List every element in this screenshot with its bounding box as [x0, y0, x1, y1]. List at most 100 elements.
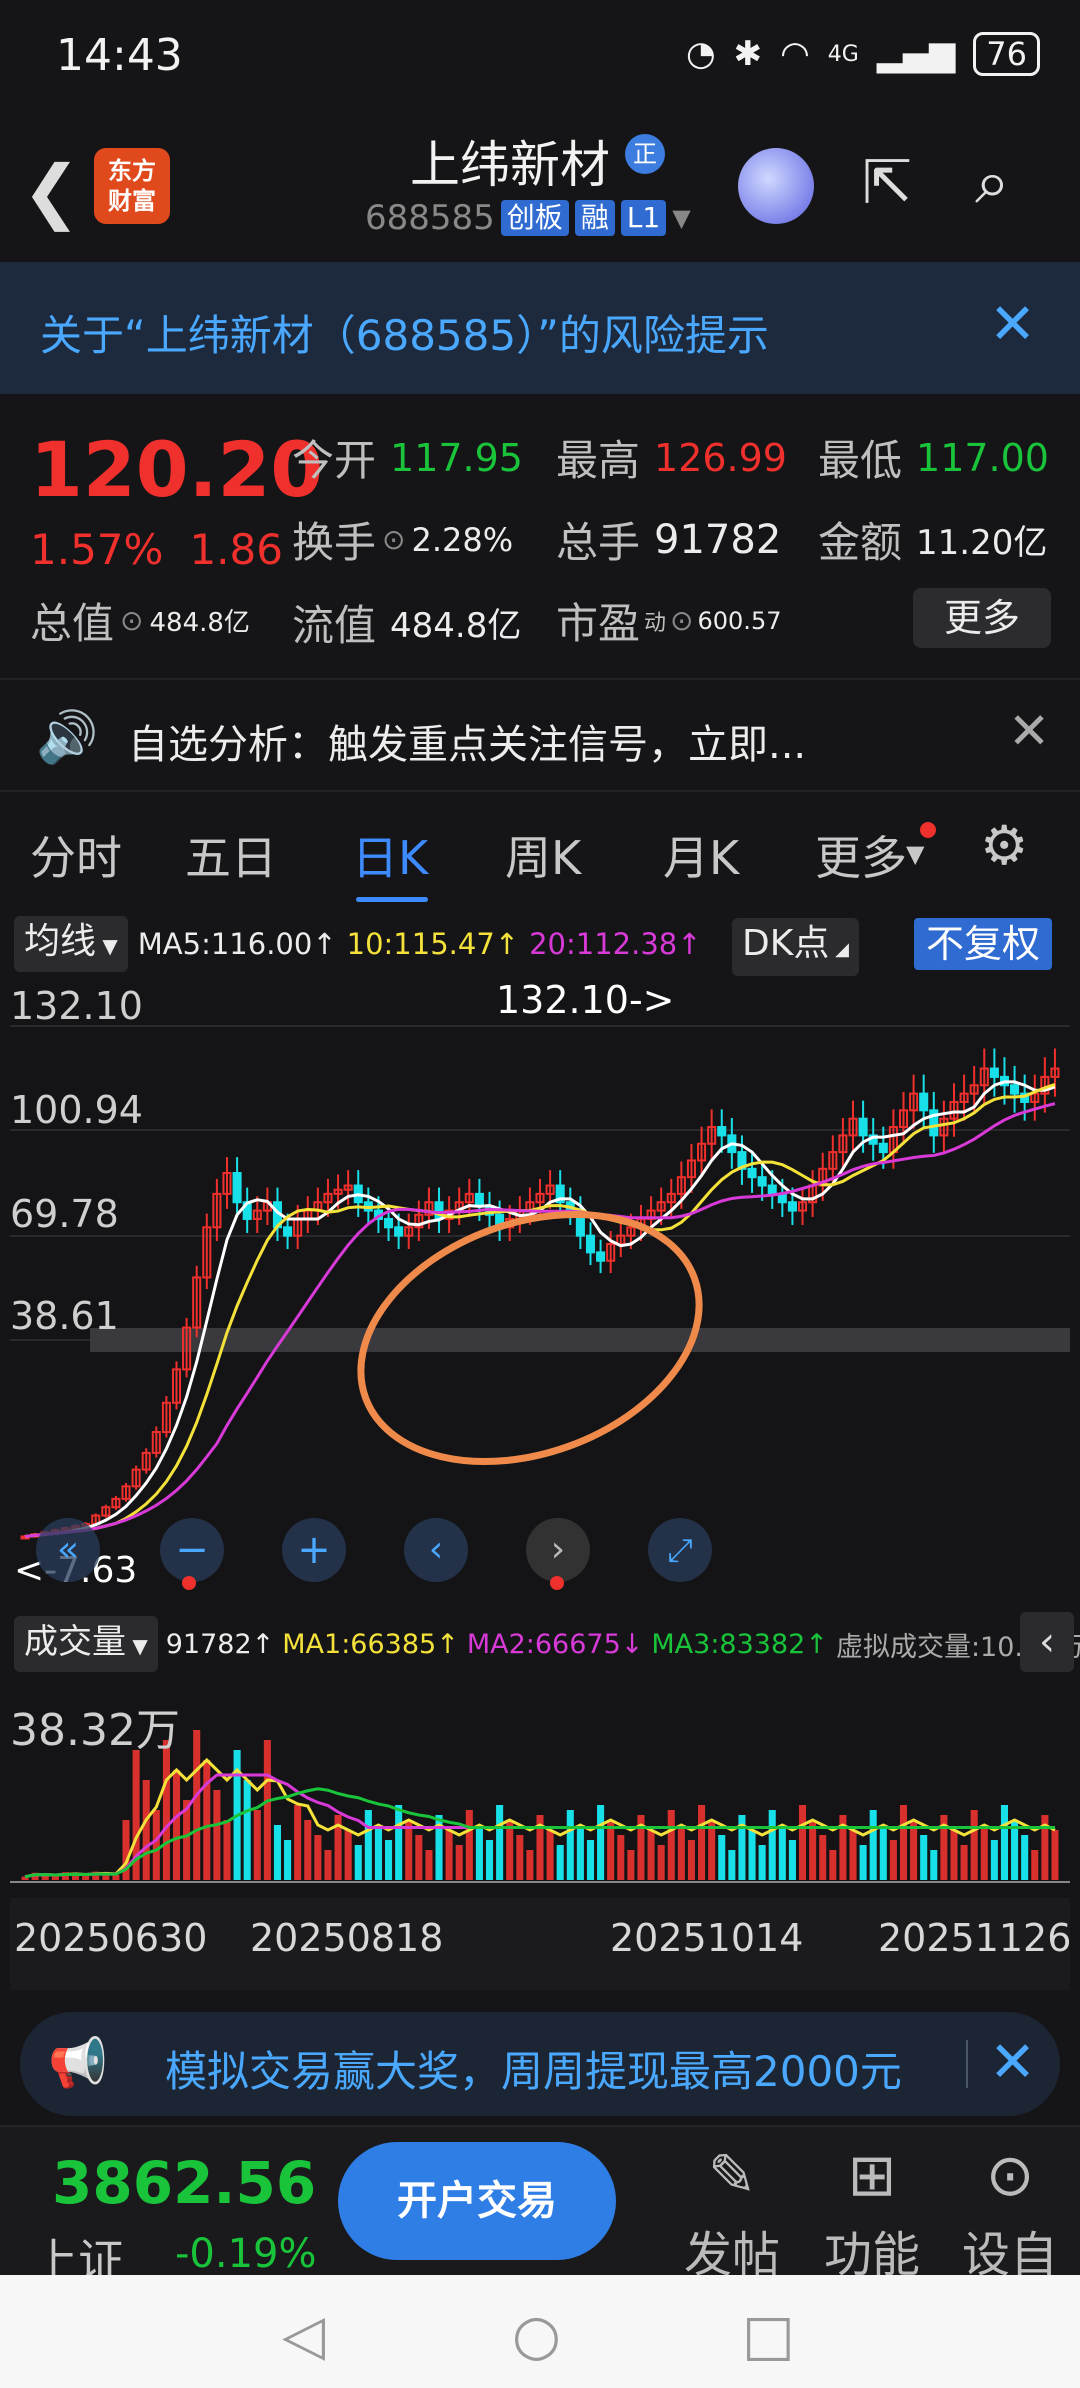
volume-bar: [1021, 1835, 1029, 1880]
tab-intraday[interactable]: 分时: [30, 822, 122, 888]
volume-bar: [314, 1835, 322, 1880]
date-axis: 20250630 20250818 20251014 20251126: [10, 1898, 1071, 1990]
volume-bar: [657, 1845, 665, 1880]
dk-point-button[interactable]: DK点 ◢: [732, 918, 859, 976]
nav-recent-icon[interactable]: □: [742, 2303, 795, 2368]
close-icon[interactable]: ✕: [989, 2030, 1036, 2095]
sim-banner-text[interactable]: 模拟交易赢大奖，周周提现最高2000元: [165, 2038, 902, 2099]
tab-more[interactable]: 更多: [815, 822, 907, 888]
chevron-left-icon[interactable]: ‹: [404, 1518, 468, 1582]
vol-ma1: MA1:66385↑: [282, 1628, 459, 1660]
volume-bar: [546, 1830, 554, 1880]
indicator-label: 成交量: [24, 1622, 126, 1662]
volume-bar: [798, 1805, 807, 1880]
volume-chart[interactable]: 38.32万: [10, 1680, 1070, 1898]
open-account-button[interactable]: 开户交易: [338, 2142, 616, 2260]
share-icon[interactable]: ⇱: [862, 148, 912, 218]
gear-icon[interactable]: ⚙: [980, 814, 1028, 877]
function-button[interactable]: ⊞ 功能: [812, 2135, 932, 2285]
candle-body: [232, 1171, 242, 1204]
tab-weekly-k[interactable]: 周K: [505, 822, 581, 888]
close-icon[interactable]: ✕: [989, 292, 1036, 357]
high-value: 126.99: [654, 435, 787, 480]
volume-bar: [677, 1825, 685, 1880]
vol-ma2: MA2:66675↓: [466, 1628, 644, 1660]
rewind-icon[interactable]: «: [36, 1518, 100, 1582]
float-cap-value: 484.8亿: [390, 606, 522, 646]
bluetooth-icon: ✱: [733, 34, 763, 74]
tab-monthly-k[interactable]: 月K: [663, 822, 739, 888]
ma-select[interactable]: 均线 ▼: [14, 916, 128, 972]
sim-trade-banner[interactable]: 📢 模拟交易赢大奖，周周提现最高2000元 ✕: [20, 2012, 1060, 2116]
ma20-value: 20:112.38↑: [529, 927, 702, 961]
nav-home-icon[interactable]: ○: [512, 2303, 561, 2368]
volume-bar: [172, 1770, 181, 1880]
expand-icon[interactable]: ⤢: [648, 1518, 712, 1582]
open-item: 今开 117.95: [292, 427, 523, 488]
tab-five-day[interactable]: 五日: [185, 822, 277, 888]
high-item: 最高 126.99: [556, 427, 787, 488]
candle-body: [858, 1117, 868, 1137]
chevron-right-icon[interactable]: ›: [526, 1518, 590, 1582]
volume-bar: [879, 1825, 887, 1880]
active-tab-indicator: [356, 897, 428, 902]
post-button[interactable]: ✎ 发帖: [672, 2135, 792, 2285]
chevron-left-icon[interactable]: ‹: [1020, 1612, 1074, 1672]
grid-icon: ⊞: [847, 2141, 897, 2209]
volume-bar: [203, 1760, 211, 1880]
candle-body: [717, 1126, 727, 1137]
risk-banner[interactable]: 关于“上纬新材（688585）”的风险提示 ✕: [0, 262, 1080, 394]
volume-bar: [597, 1805, 605, 1880]
chevron-down-icon: ▼: [906, 840, 925, 868]
ma20-line: [24, 1102, 1056, 1538]
info-icon[interactable]: ⊙: [382, 523, 405, 556]
zoom-out-icon[interactable]: −: [160, 1518, 224, 1582]
volume-bar: [617, 1835, 625, 1880]
back-icon[interactable]: ❮: [22, 150, 81, 232]
close-icon[interactable]: ✕: [1008, 702, 1050, 760]
volume-bar: [889, 1840, 897, 1880]
indicator-select[interactable]: 成交量 ▼: [14, 1616, 158, 1672]
zoom-in-icon[interactable]: +: [282, 1518, 346, 1582]
info-icon[interactable]: ⊙: [670, 604, 693, 637]
notification-dot: [182, 1576, 196, 1590]
candle-body: [878, 1142, 888, 1154]
more-button[interactable]: 更多: [913, 588, 1051, 648]
signal-alert[interactable]: 🔊 自选分析：触发重点关注信号，立即... ✕: [0, 678, 1080, 792]
settings-button[interactable]: ⊙ 设自: [950, 2135, 1070, 2285]
kline-chart[interactable]: 132.10 100.94 69.78 38.61 132.10-> <-7.6…: [10, 978, 1070, 1608]
divider: [966, 2040, 968, 2088]
amount-label: 金额: [818, 518, 903, 567]
candle-body: [747, 1167, 757, 1179]
adjust-rights-button[interactable]: 不复权: [914, 918, 1053, 970]
search-icon[interactable]: ⌕: [975, 145, 1010, 219]
battery-icon: 76: [973, 32, 1040, 76]
date-label: 20251014: [610, 1916, 804, 1960]
turnover-value: 2.28%: [411, 520, 514, 559]
wifi-icon: ◠: [780, 34, 810, 74]
volume-bar: [819, 1835, 827, 1880]
alert-text[interactable]: 自选分析：触发重点关注信号，立即...: [128, 712, 806, 770]
risk-banner-text[interactable]: 关于“上纬新材（688585）”的风险提示: [40, 302, 769, 363]
index-value[interactable]: 3862.56: [52, 2149, 316, 2217]
market-cap-value: 484.8亿: [149, 608, 250, 638]
volume-bar: [344, 1830, 352, 1880]
turnover-label: 换手: [292, 518, 377, 567]
tag-board: 创板: [500, 200, 569, 236]
pe-value: 600.57: [697, 606, 782, 635]
ai-robot-icon[interactable]: [738, 148, 814, 224]
volume-bar: [465, 1810, 473, 1880]
volume-bar: [748, 1830, 756, 1880]
volume-bar: [990, 1840, 998, 1880]
info-icon[interactable]: ⊙: [120, 604, 143, 637]
candle-body: [787, 1201, 797, 1212]
nav-back-icon[interactable]: ◁: [282, 2303, 325, 2368]
volume-bar: [647, 1830, 655, 1880]
ma-select-label: 均线: [24, 921, 97, 962]
tab-daily-k[interactable]: 日K: [352, 822, 428, 888]
volume-bar: [445, 1830, 453, 1880]
volume-label: 总手: [556, 518, 641, 567]
volume-value: 91782: [654, 516, 782, 563]
chevron-down-icon: ▼: [672, 204, 691, 232]
stock-code-row[interactable]: 688585 创板 融 L1 ▼: [365, 198, 691, 238]
